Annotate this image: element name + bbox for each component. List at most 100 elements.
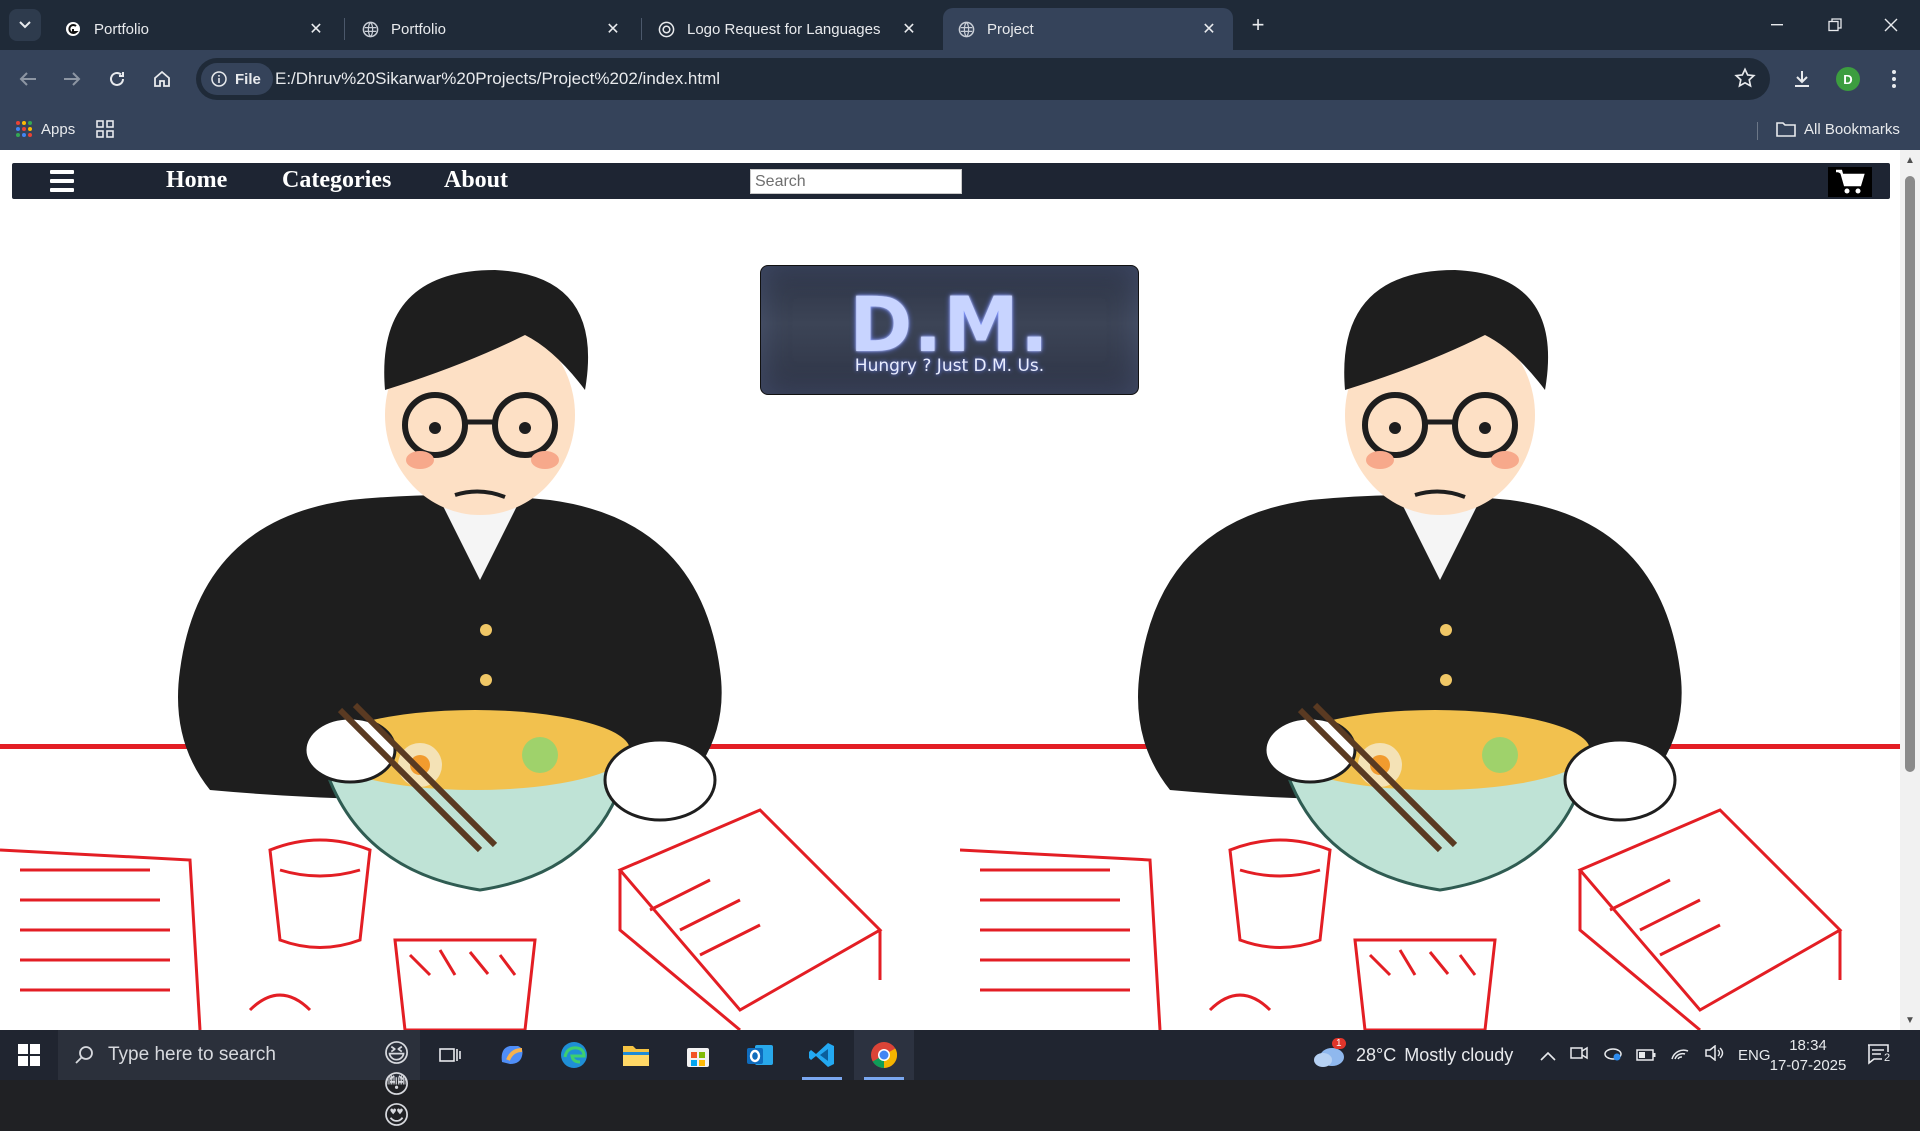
tab-groups-button[interactable] bbox=[95, 116, 123, 142]
site-info-label: File bbox=[235, 70, 261, 88]
reload-icon bbox=[110, 71, 124, 86]
tab-separator bbox=[641, 18, 642, 40]
close-tab-icon[interactable]: ✕ bbox=[306, 19, 326, 39]
wifi-icon[interactable] bbox=[1670, 1045, 1690, 1066]
edge-app[interactable] bbox=[544, 1030, 604, 1080]
show-hidden-icons-chevron-icon[interactable] bbox=[1540, 1045, 1556, 1066]
tab-separator bbox=[344, 18, 345, 40]
apps-bookmark[interactable]: Apps bbox=[15, 116, 75, 142]
all-bookmarks-label: All Bookmarks bbox=[1804, 120, 1900, 138]
tab-portfolio-2[interactable]: Portfolio ✕ bbox=[347, 8, 637, 50]
notification-count-badge: 2 bbox=[1882, 1052, 1893, 1064]
hamburger-menu-icon[interactable] bbox=[50, 170, 74, 192]
notification-center-button[interactable]: 2 bbox=[1866, 1042, 1893, 1071]
restore-button[interactable] bbox=[1806, 0, 1864, 50]
new-tab-button[interactable]: + bbox=[1245, 12, 1271, 38]
close-icon bbox=[1884, 18, 1898, 32]
folder-icon bbox=[1776, 122, 1796, 137]
brand-tagline: Hungry ? Just D.M. Us. bbox=[854, 356, 1045, 376]
weather-widget[interactable]: 1 28°C Mostly cloudy bbox=[1312, 1030, 1513, 1080]
nav-link-home[interactable]: Home bbox=[166, 167, 227, 194]
microsoft-store-app[interactable] bbox=[668, 1030, 728, 1080]
tab-title: Portfolio bbox=[94, 20, 150, 38]
clock-time: 18:34 bbox=[1789, 1037, 1827, 1054]
bookmarks-bar: Apps All Bookmarks bbox=[0, 108, 1920, 150]
copilot-icon bbox=[501, 1046, 523, 1064]
tab-title: Portfolio bbox=[391, 20, 447, 38]
globe-icon bbox=[957, 20, 975, 38]
emoji-search-highlight-icon[interactable]: 😆😳😍 bbox=[383, 1038, 420, 1131]
site-navbar: Home Categories About bbox=[12, 163, 1890, 199]
openai-icon bbox=[657, 20, 675, 38]
tab-project[interactable]: Project ✕ bbox=[943, 8, 1233, 50]
bookmark-star-icon[interactable] bbox=[1734, 67, 1756, 94]
scrollbar-thumb[interactable] bbox=[1905, 176, 1915, 772]
tab-logo-request[interactable]: Logo Request for Languages ✕ bbox=[643, 8, 933, 50]
tab-portfolio-1[interactable]: Portfolio ✕ bbox=[50, 8, 340, 50]
home-button[interactable] bbox=[146, 63, 178, 95]
onedrive-icon[interactable] bbox=[1602, 1045, 1622, 1066]
outlook-app[interactable] bbox=[730, 1030, 790, 1080]
close-tab-icon[interactable]: ✕ bbox=[1199, 19, 1219, 39]
reload-button[interactable] bbox=[101, 63, 133, 95]
nav-link-categories[interactable]: Categories bbox=[282, 167, 391, 194]
browser-toolbar: File E:/Dhruv%20Sikarwar%20Projects/Proj… bbox=[0, 50, 1920, 108]
minimize-icon bbox=[1771, 24, 1783, 26]
tab-search-button[interactable] bbox=[9, 9, 41, 41]
vscode-app[interactable] bbox=[792, 1030, 852, 1080]
battery-icon[interactable] bbox=[1636, 1045, 1656, 1066]
weather-temp: 28°C bbox=[1356, 1044, 1397, 1065]
brand-logo-card: D.M. Hungry ? Just D.M. Us. bbox=[760, 265, 1139, 395]
more-vertical-icon bbox=[1892, 70, 1896, 88]
system-tray: ENG bbox=[1540, 1030, 1771, 1080]
taskbar-clock[interactable]: 18:34 17-07-2025 bbox=[1760, 1036, 1856, 1076]
apps-grid-icon bbox=[16, 121, 32, 137]
chevron-down-icon bbox=[19, 21, 31, 29]
search-icon bbox=[75, 1046, 93, 1064]
file-explorer-app[interactable] bbox=[606, 1030, 666, 1080]
profile-button[interactable]: D bbox=[1832, 63, 1864, 95]
forward-button[interactable] bbox=[56, 63, 88, 95]
tab-title: Logo Request for Languages bbox=[687, 20, 881, 38]
volume-icon[interactable] bbox=[1704, 1043, 1724, 1066]
globe-icon bbox=[361, 20, 379, 38]
meet-now-icon[interactable] bbox=[1570, 1045, 1588, 1066]
page-scrollbar[interactable]: ▲ ▼ bbox=[1900, 150, 1920, 1030]
task-view-button[interactable] bbox=[420, 1030, 480, 1080]
close-window-button[interactable] bbox=[1862, 0, 1920, 50]
close-tab-icon[interactable]: ✕ bbox=[899, 19, 919, 39]
task-view-icon bbox=[439, 1048, 461, 1062]
address-bar[interactable]: File E:/Dhruv%20Sikarwar%20Projects/Proj… bbox=[196, 58, 1770, 100]
grid-icon bbox=[96, 120, 114, 138]
weather-condition: Mostly cloudy bbox=[1404, 1044, 1514, 1065]
windows-taskbar: Type here to search 😆😳😍 1 28°C Mostly cl… bbox=[0, 1030, 1920, 1130]
url-text[interactable]: E:/Dhruv%20Sikarwar%20Projects/Project%2… bbox=[275, 69, 720, 89]
browser-menu-button[interactable] bbox=[1878, 63, 1910, 95]
page-viewport: Home Categories About D.M. Hungry ? Just… bbox=[0, 150, 1920, 1030]
scroll-up-arrow-icon[interactable]: ▲ bbox=[1904, 154, 1916, 166]
copilot-app[interactable] bbox=[482, 1030, 542, 1080]
taskbar-search-box[interactable]: Type here to search 😆😳😍 bbox=[58, 1030, 420, 1130]
start-button[interactable] bbox=[0, 1030, 58, 1080]
clock-date: 17-07-2025 bbox=[1769, 1057, 1847, 1074]
tab-title: Project bbox=[987, 20, 1034, 38]
downloads-button[interactable] bbox=[1786, 63, 1818, 95]
nav-link-about[interactable]: About bbox=[444, 167, 508, 194]
search-input[interactable] bbox=[750, 169, 962, 194]
minimize-button[interactable] bbox=[1748, 0, 1806, 50]
shopping-cart-icon bbox=[1836, 169, 1865, 194]
home-icon bbox=[154, 70, 170, 87]
site-info-chip[interactable]: File bbox=[201, 63, 273, 95]
close-tab-icon[interactable]: ✕ bbox=[603, 19, 623, 39]
edge-browser-icon bbox=[561, 1042, 587, 1068]
cart-button[interactable] bbox=[1828, 167, 1872, 197]
back-button[interactable] bbox=[12, 63, 44, 95]
tab-strip: Portfolio ✕ Portfolio ✕ Logo Request for… bbox=[0, 0, 1920, 50]
chrome-app[interactable] bbox=[854, 1030, 914, 1080]
folder-icon bbox=[623, 1046, 649, 1066]
apps-label: Apps bbox=[41, 120, 76, 138]
scroll-down-arrow-icon[interactable]: ▼ bbox=[1904, 1014, 1916, 1026]
all-bookmarks-button[interactable]: All Bookmarks bbox=[1776, 116, 1900, 142]
taskbar-search-placeholder: Type here to search bbox=[108, 1044, 276, 1065]
avatar: D bbox=[1836, 67, 1860, 91]
